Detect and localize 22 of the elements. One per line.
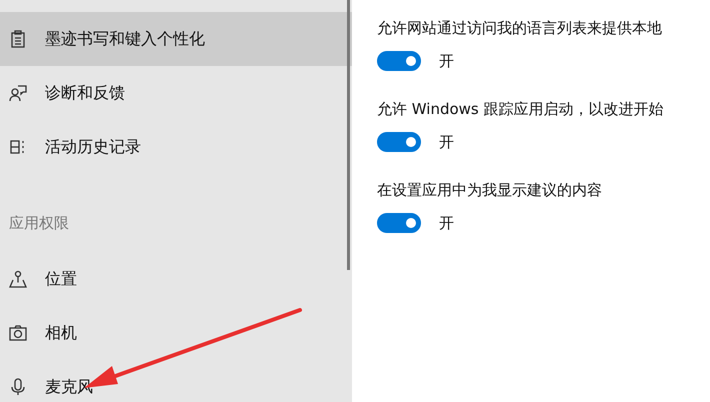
setting-title: 在设置应用中为我显示建议的内容 xyxy=(377,180,603,201)
sidebar-item[interactable]: 墨迹书写和键入个性化 xyxy=(0,12,352,66)
location-pin-icon xyxy=(9,270,27,288)
toggle-state-label: 开 xyxy=(439,132,454,152)
toggle-state-label: 开 xyxy=(439,52,454,70)
camera-icon xyxy=(9,324,27,342)
setting-title: 允许 Windows 跟踪应用启动，以改进开始 xyxy=(377,99,664,120)
clipboard-icon xyxy=(9,30,27,48)
sidebar-item[interactable]: 麦克风 xyxy=(0,360,352,402)
sidebar-item[interactable]: 位置 xyxy=(0,252,352,306)
toggle-switch[interactable] xyxy=(377,51,421,71)
toggle-switch[interactable] xyxy=(377,132,421,152)
microphone-icon xyxy=(9,378,27,396)
scrollbar-thumb[interactable] xyxy=(347,0,350,270)
sidebar-item[interactable]: 相机 xyxy=(0,306,352,360)
toggle-switch[interactable] xyxy=(377,213,421,233)
section-header: 应用权限 xyxy=(8,213,70,234)
setting-title: 允许网站通过访问我的语言列表来提供本地 xyxy=(377,18,663,39)
person-chat-icon xyxy=(9,84,27,102)
sidebar-item[interactable]: 诊断和反馈 xyxy=(0,66,352,120)
toggle-state-label: 开 xyxy=(439,214,454,232)
sidebar-item[interactable]: 活动历史记录 xyxy=(0,120,352,174)
